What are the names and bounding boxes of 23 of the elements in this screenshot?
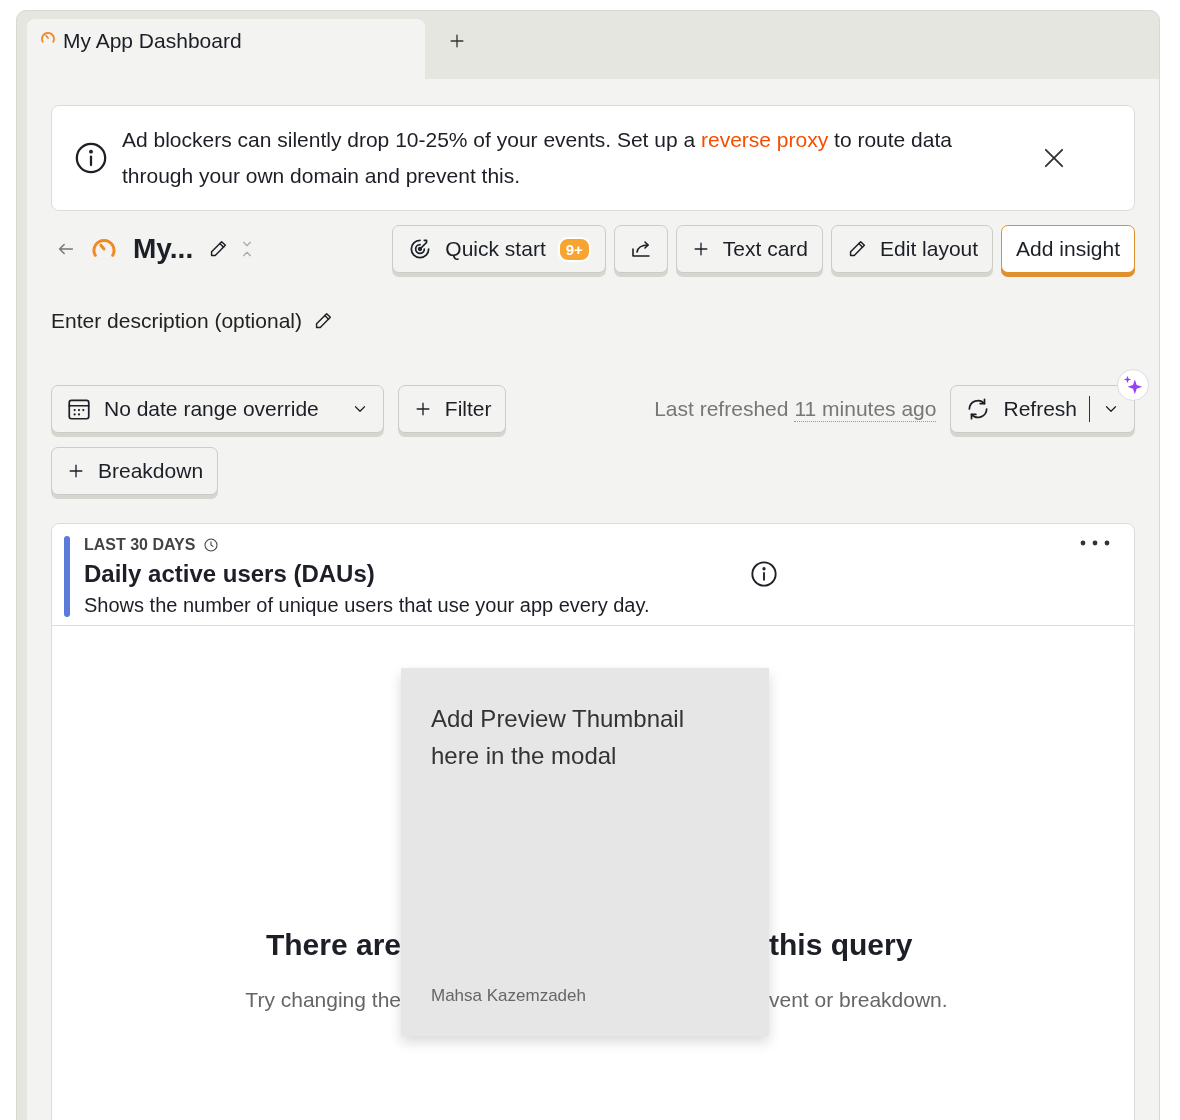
empty-state-hint: Try changing the <box>245 988 401 1012</box>
last-refreshed-label: Last refreshed <box>654 396 789 422</box>
empty-state-title: this query <box>769 928 913 962</box>
count-badge: 9+ <box>557 236 591 262</box>
clock-icon <box>203 537 220 553</box>
info-icon <box>74 141 108 175</box>
empty-state-hint: vent or breakdown. <box>769 988 948 1012</box>
reverse-proxy-link[interactable]: reverse proxy <box>701 128 829 151</box>
insight-title: Daily active users (DAUs) <box>84 560 375 588</box>
dashboard-title: My... <box>133 233 194 265</box>
calendar-icon <box>66 396 92 422</box>
info-icon <box>750 560 778 588</box>
thumbnail-text: Add Preview Thumbnail here in the modal <box>431 704 686 771</box>
author-name: Mahsa Kazemzadeh <box>431 986 587 1006</box>
more-icon <box>1080 540 1110 546</box>
empty-state-title: There are <box>265 928 401 962</box>
insight-description: Shows the number of unique users that use your app every day. <box>84 594 651 617</box>
description-text[interactable]: Enter description (optional) <box>51 309 302 333</box>
dashboard-tab[interactable]: My App Dashboard <box>27 19 425 79</box>
period-label: LAST 30 DAYS <box>84 536 196 554</box>
banner-message: Ad blockers can silently drop 10-25% of your events. Set up a reverse proxy to route data through your own domain and prevent this. <box>122 127 953 189</box>
sparkle-icon[interactable] <box>1117 369 1149 401</box>
refresh-time: 11 minutes ago <box>794 396 937 422</box>
